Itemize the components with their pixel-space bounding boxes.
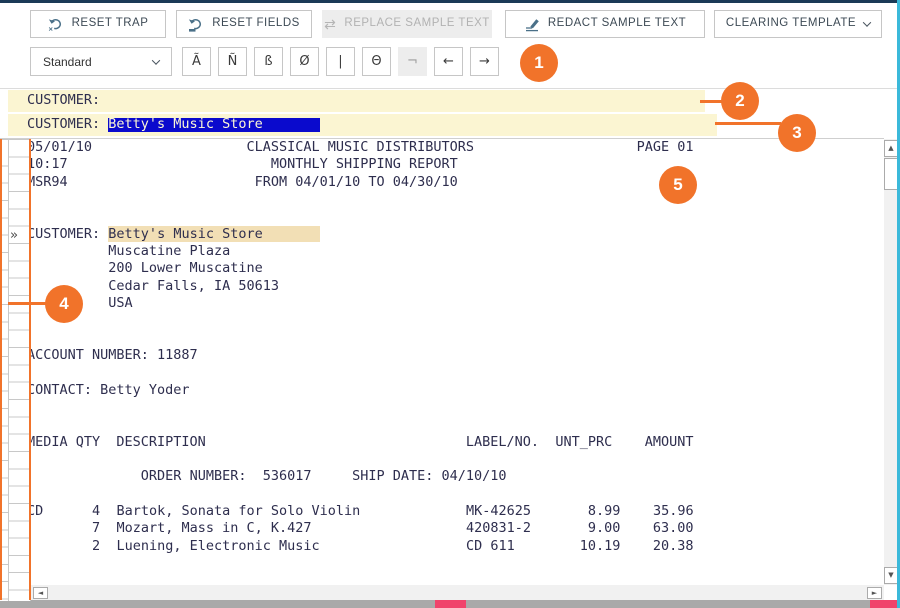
redact-pen-icon <box>524 16 540 32</box>
redact-sample-text-button[interactable]: REDACT SAMPLE TEXT <box>505 10 705 38</box>
char-button-o-slash[interactable]: Ø <box>290 47 319 76</box>
report-line[interactable]: ORDER NUMBER: 536017 SHIP DATE: 04/10/10 <box>27 468 694 485</box>
callout-3-connector <box>715 122 781 125</box>
report-line[interactable] <box>27 416 694 433</box>
callout-3: 3 <box>778 114 816 152</box>
replace-sample-text-button: ⇄ REPLACE SAMPLE TEXT <box>322 10 492 38</box>
scroll-up-button[interactable]: ▲ <box>884 140 898 157</box>
clearing-template-button[interactable]: CLEARING TEMPLATE <box>714 10 882 38</box>
report-line[interactable] <box>27 364 694 381</box>
callout-4: 4 <box>45 285 83 323</box>
report-line[interactable]: MEDIA QTY DESCRIPTION LABEL/NO. UNT_PRC … <box>27 434 694 451</box>
report-line[interactable] <box>27 330 694 347</box>
reset-fields-label: RESET FIELDS <box>212 18 300 30</box>
gutter-col-wide[interactable] <box>9 140 31 601</box>
row-marker: » <box>10 227 30 244</box>
reset-fields-button[interactable]: RESET FIELDS <box>176 10 312 38</box>
char-button-eszett[interactable]: ß <box>254 47 283 76</box>
scroll-right-button[interactable]: ► <box>867 587 882 599</box>
report-line[interactable]: CUSTOMER: Betty's Music Store <box>27 226 694 243</box>
vertical-scrollbar[interactable] <box>884 139 898 585</box>
redact-sample-text-label: REDACT SAMPLE TEXT <box>548 18 686 30</box>
sample-line-row[interactable]: CUSTOMER: Betty's Music Store <box>8 114 717 136</box>
report-line[interactable] <box>27 486 694 503</box>
arrow-left-button[interactable]: ← <box>434 47 463 76</box>
callout-4-frame-right <box>29 139 31 600</box>
svg-text:×: × <box>48 25 53 33</box>
field-highlight[interactable]: Betty's Music Store <box>108 226 319 242</box>
reset-trap-label: RESET TRAP <box>72 18 149 30</box>
char-button-n-tilde[interactable]: Ñ <box>218 47 247 76</box>
report-line[interactable] <box>27 451 694 468</box>
arrow-right-button[interactable]: → <box>470 47 499 76</box>
sample-line-label: CUSTOMER: <box>27 118 108 132</box>
report-text[interactable]: 05/01/10 CLASSICAL MUSIC DISTRIBUTORS PA… <box>27 139 694 572</box>
window-top-strip <box>0 0 900 3</box>
scroll-down-button[interactable]: ▼ <box>884 567 898 584</box>
report-line[interactable]: Muscatine Plaza <box>27 243 694 260</box>
outer-scrollbar-end <box>870 600 898 608</box>
report-line[interactable]: 200 Lower Muscatine <box>27 260 694 277</box>
chevron-down-icon <box>152 56 160 64</box>
report-line[interactable]: 7 Mozart, Mass in C, K.427 420831-2 9.00… <box>27 520 694 537</box>
sample-selection[interactable]: Betty's Music Store <box>108 118 319 132</box>
char-button-theta[interactable]: Θ <box>362 47 391 76</box>
undo-x-icon: × <box>48 16 64 32</box>
report-line[interactable]: 10:17 MONTHLY SHIPPING REPORT <box>27 156 694 173</box>
callout-2: 2 <box>721 82 759 120</box>
char-button-a-tilde[interactable]: Ã <box>182 47 211 76</box>
report-line[interactable] <box>27 208 694 225</box>
report-line[interactable] <box>27 312 694 329</box>
toolbar-separator <box>0 88 898 89</box>
outer-scrollbar-thumb[interactable] <box>435 600 466 608</box>
report-line[interactable]: CONTACT: Betty Yoder <box>27 382 694 399</box>
replace-sample-text-label: REPLACE SAMPLE TEXT <box>344 18 489 30</box>
report-line[interactable]: USA <box>27 295 694 312</box>
report-line[interactable]: 05/01/10 CLASSICAL MUSIC DISTRIBUTORS PA… <box>27 139 694 156</box>
report-line[interactable]: CD 4 Bartok, Sonata for Solo Violin MK-4… <box>27 503 694 520</box>
clearing-template-label: CLEARING TEMPLATE <box>726 18 856 30</box>
report-line[interactable]: Cedar Falls, IA 50613 <box>27 278 694 295</box>
horizontal-scrollbar[interactable] <box>31 585 884 600</box>
callout-5: 5 <box>659 166 697 204</box>
report-line[interactable]: 2 Luening, Electronic Music CD 611 10.19… <box>27 538 694 555</box>
report-line[interactable] <box>27 191 694 208</box>
callout-4-frame-left <box>0 139 2 600</box>
reset-trap-button[interactable]: × RESET TRAP <box>30 10 166 38</box>
report-line[interactable]: ACCOUNT NUMBER: 11887 <box>27 347 694 364</box>
trap-editor-window: × RESET TRAP RESET FIELDS ⇄ REPLACE SAMP… <box>0 0 900 608</box>
trap-preset-value: Standard <box>43 56 92 68</box>
trap-line-row[interactable]: CUSTOMER: <box>8 90 705 112</box>
vertical-scrollbar-thumb[interactable] <box>884 158 898 190</box>
callout-1: 1 <box>520 44 558 82</box>
char-button-pipe[interactable]: | <box>326 47 355 76</box>
trap-line-text: CUSTOMER: <box>27 94 100 108</box>
report-line[interactable] <box>27 555 694 572</box>
callout-4-connector <box>8 302 50 305</box>
report-area[interactable]: 05/01/10 CLASSICAL MUSIC DISTRIBUTORS PA… <box>0 138 884 585</box>
report-line[interactable] <box>27 399 694 416</box>
char-button-not-sign: ¬ <box>398 47 427 76</box>
swap-icon: ⇄ <box>324 17 336 31</box>
chevron-down-icon <box>863 18 871 26</box>
row-gutter[interactable] <box>0 139 31 600</box>
report-line[interactable]: MSR94 FROM 04/01/10 TO 04/30/10 <box>27 174 694 191</box>
undo-list-icon <box>188 16 204 32</box>
trap-preset-select[interactable]: Standard <box>30 47 172 76</box>
scroll-left-button[interactable]: ◄ <box>33 587 48 599</box>
